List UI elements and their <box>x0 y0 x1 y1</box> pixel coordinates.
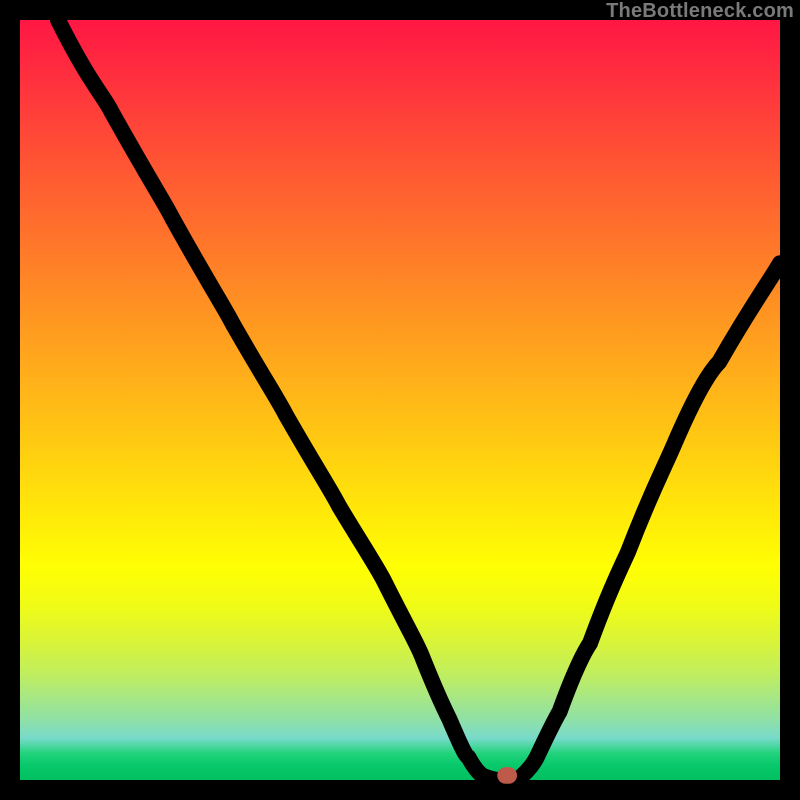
curve-layer <box>20 20 780 780</box>
gradient-plot-area <box>20 20 780 780</box>
chart-stage: TheBottleneck.com <box>0 0 800 800</box>
bottleneck-curve <box>58 20 780 780</box>
optimum-marker <box>497 767 517 784</box>
watermark-text: TheBottleneck.com <box>606 0 794 23</box>
